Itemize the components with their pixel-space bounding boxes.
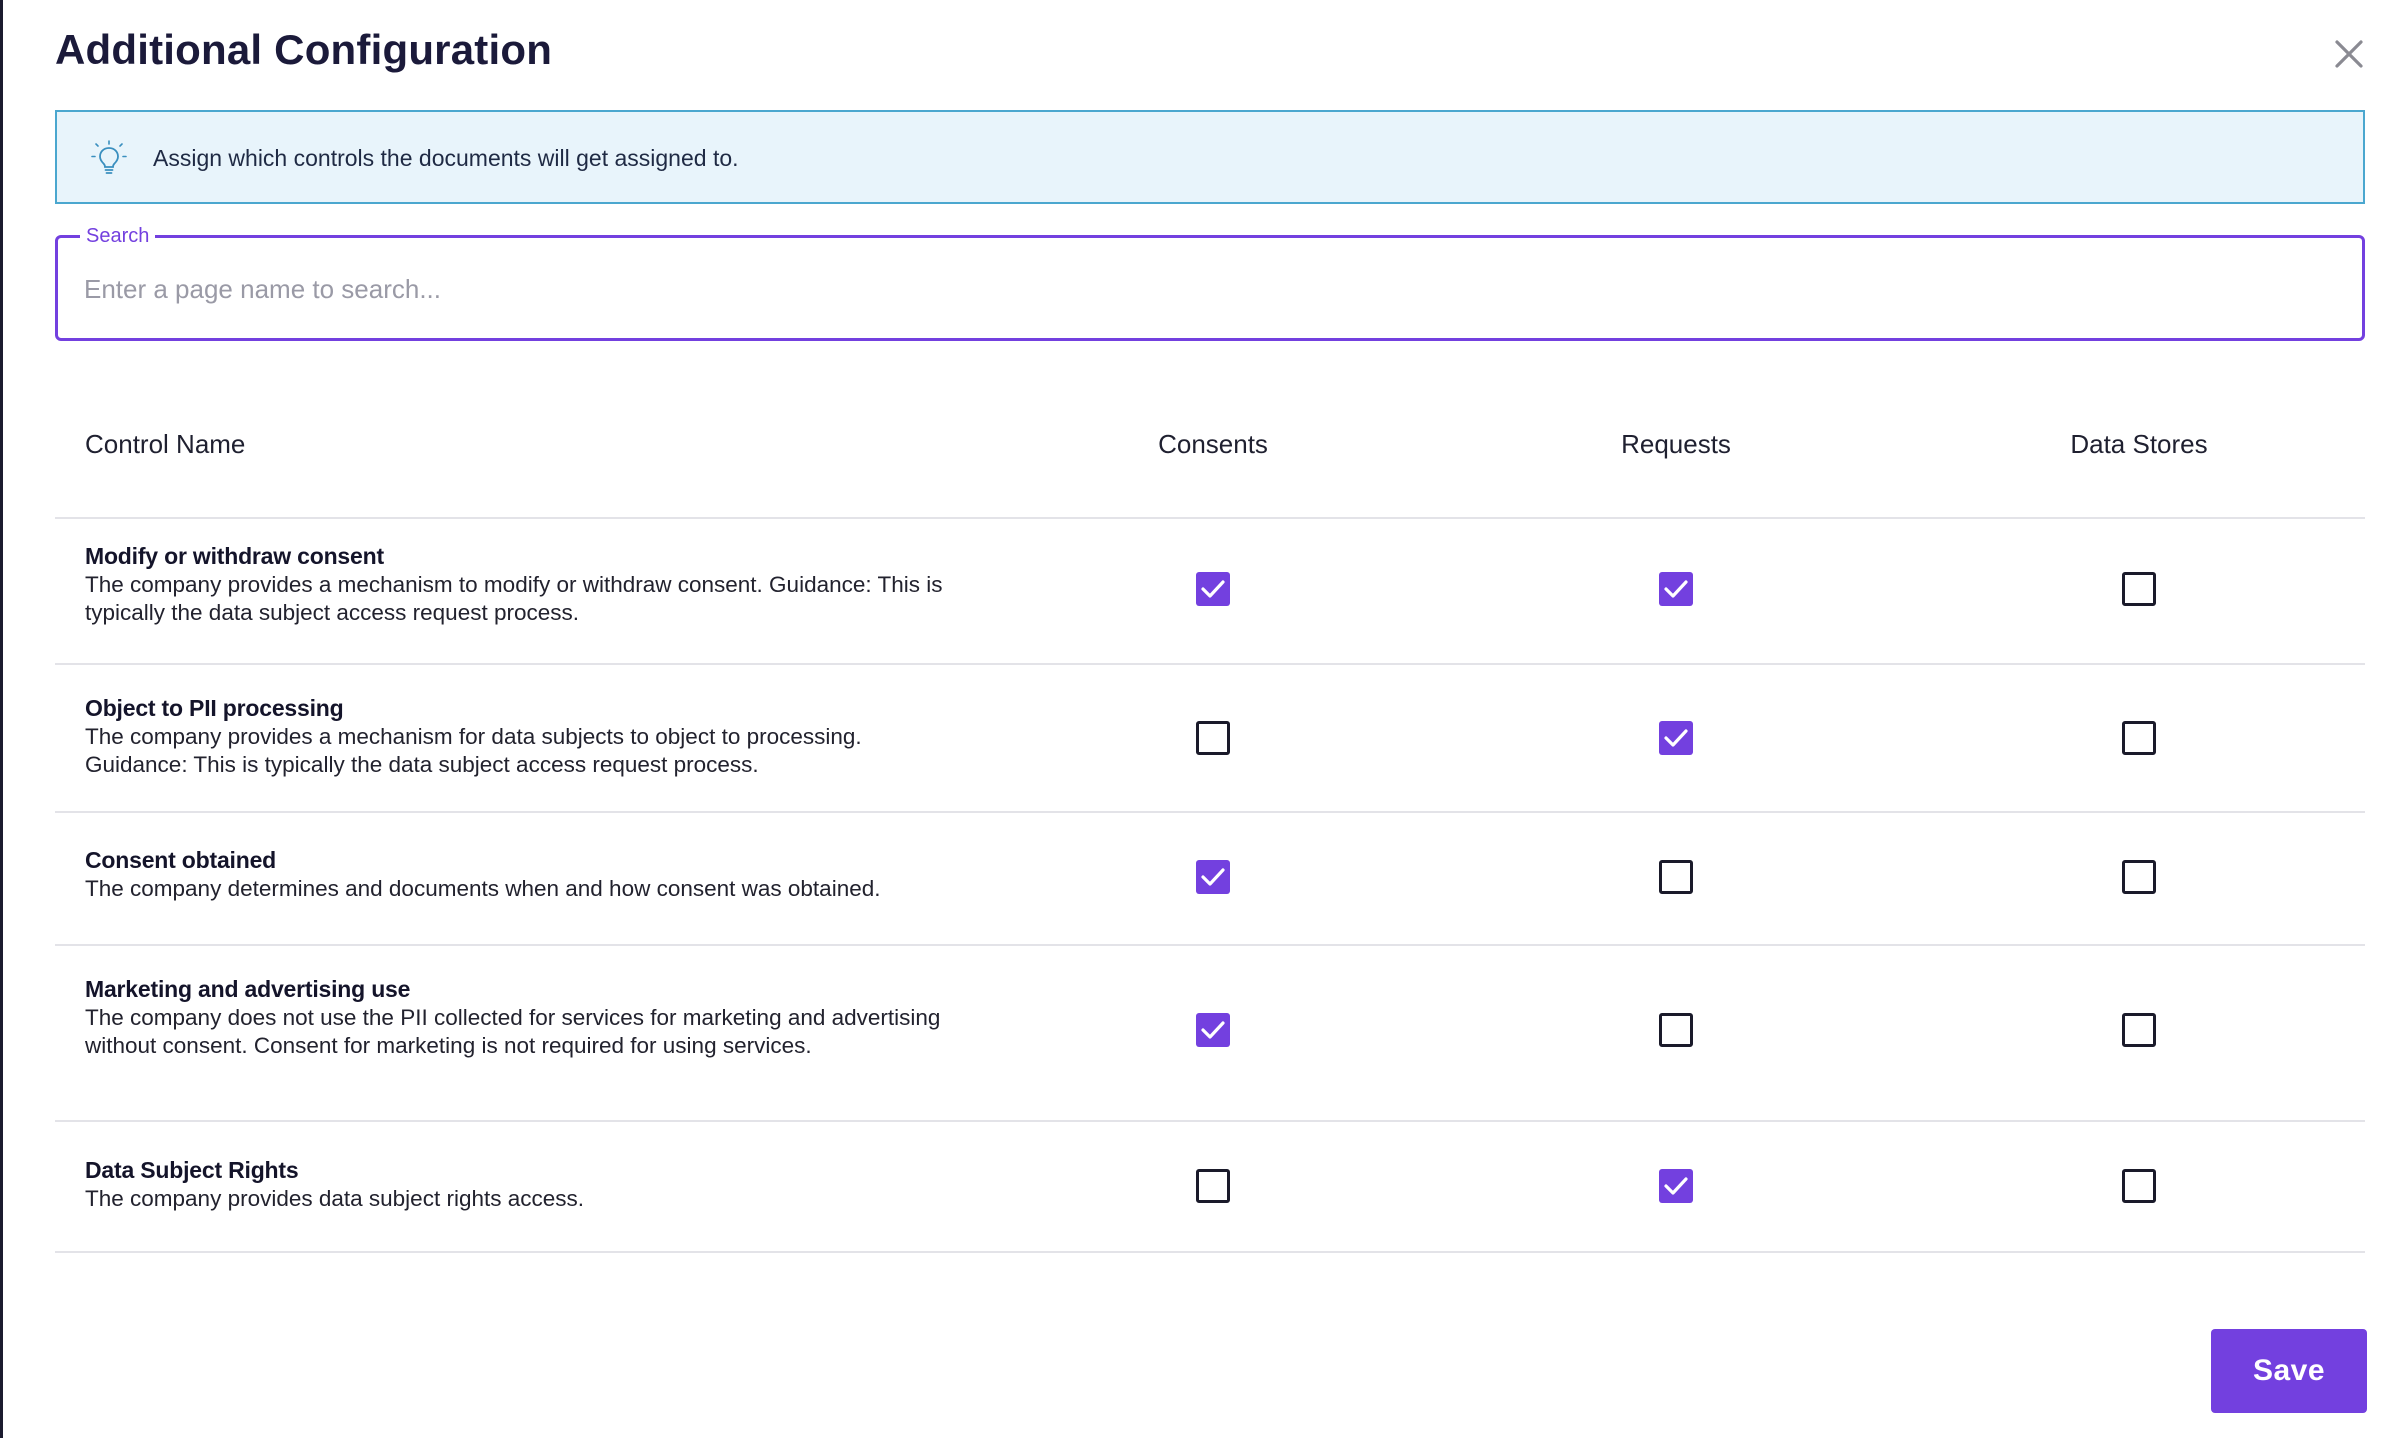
table-row: Data Subject Rights The company provides … bbox=[55, 1122, 2365, 1253]
requests-checkbox[interactable] bbox=[1659, 721, 1693, 755]
control-title: Object to PII processing bbox=[85, 695, 344, 721]
consents-checkbox[interactable] bbox=[1196, 860, 1230, 894]
banner-text: Assign which controls the documents will… bbox=[153, 145, 739, 171]
consents-checkbox[interactable] bbox=[1196, 1013, 1230, 1047]
checkmark-icon bbox=[1664, 1177, 1688, 1195]
control-description: The company does not use the PII collect… bbox=[85, 1005, 941, 1058]
checkmark-icon bbox=[1201, 868, 1225, 886]
control-description: The company determines and documents whe… bbox=[85, 876, 881, 901]
table-row: Consent obtained The company determines a… bbox=[55, 813, 2365, 946]
additional-configuration-dialog: Additional Configuration Assign which co… bbox=[0, 0, 2400, 1438]
dialog-title: Additional Configuration bbox=[55, 26, 553, 73]
data-stores-checkbox[interactable] bbox=[2122, 1013, 2156, 1047]
requests-checkbox[interactable] bbox=[1659, 860, 1693, 894]
search-label: Search bbox=[80, 223, 156, 249]
info-banner: Assign which controls the documents will… bbox=[55, 110, 2365, 204]
save-button[interactable]: Save bbox=[2211, 1329, 2367, 1413]
close-icon[interactable] bbox=[2331, 36, 2367, 72]
controls-table: Control Name Consents Requests Data Stor… bbox=[55, 395, 2365, 1253]
consents-checkbox[interactable] bbox=[1196, 721, 1230, 755]
consents-checkbox[interactable] bbox=[1196, 572, 1230, 606]
requests-checkbox[interactable] bbox=[1659, 1013, 1693, 1047]
table-header: Control Name Consents Requests Data Stor… bbox=[55, 395, 2365, 519]
requests-checkbox[interactable] bbox=[1659, 572, 1693, 606]
column-header-consents: Consents bbox=[1158, 429, 1268, 459]
data-stores-checkbox[interactable] bbox=[2122, 572, 2156, 606]
consents-checkbox[interactable] bbox=[1196, 1169, 1230, 1203]
data-stores-checkbox[interactable] bbox=[2122, 860, 2156, 894]
lightbulb-icon bbox=[89, 139, 129, 179]
requests-checkbox[interactable] bbox=[1659, 1169, 1693, 1203]
control-name-cell: Data Subject Rights The company provides … bbox=[85, 1155, 985, 1213]
control-name-cell: Object to PII processing The company prov… bbox=[85, 693, 985, 779]
column-header-requests: Requests bbox=[1621, 429, 1731, 459]
search-input[interactable] bbox=[82, 262, 2332, 316]
column-header-control-name: Control Name bbox=[85, 429, 246, 459]
table-body: Modify or withdraw consent The company pr… bbox=[55, 519, 2365, 1253]
checkmark-icon bbox=[1664, 729, 1688, 747]
control-title: Modify or withdraw consent bbox=[85, 543, 384, 569]
search-field: Search bbox=[55, 223, 2365, 341]
checkmark-icon bbox=[1201, 1021, 1225, 1039]
control-name-cell: Marketing and advertising use The company… bbox=[85, 974, 985, 1060]
control-name-cell: Consent obtained The company determines a… bbox=[85, 845, 985, 903]
data-stores-checkbox[interactable] bbox=[2122, 721, 2156, 755]
control-title: Marketing and advertising use bbox=[85, 976, 411, 1002]
checkmark-icon bbox=[1664, 580, 1688, 598]
control-title: Consent obtained bbox=[85, 847, 277, 873]
control-description: The company provides data subject rights… bbox=[85, 1186, 584, 1211]
control-description: The company provides a mechanism for dat… bbox=[85, 724, 862, 777]
column-header-data-stores: Data Stores bbox=[2070, 429, 2208, 459]
control-description: The company provides a mechanism to modi… bbox=[85, 572, 943, 625]
data-stores-checkbox[interactable] bbox=[2122, 1169, 2156, 1203]
table-row: Marketing and advertising use The company… bbox=[55, 946, 2365, 1122]
table-row: Object to PII processing The company prov… bbox=[55, 665, 2365, 813]
table-row: Modify or withdraw consent The company pr… bbox=[55, 519, 2365, 665]
checkmark-icon bbox=[1201, 580, 1225, 598]
control-name-cell: Modify or withdraw consent The company pr… bbox=[85, 541, 985, 627]
control-title: Data Subject Rights bbox=[85, 1157, 299, 1183]
